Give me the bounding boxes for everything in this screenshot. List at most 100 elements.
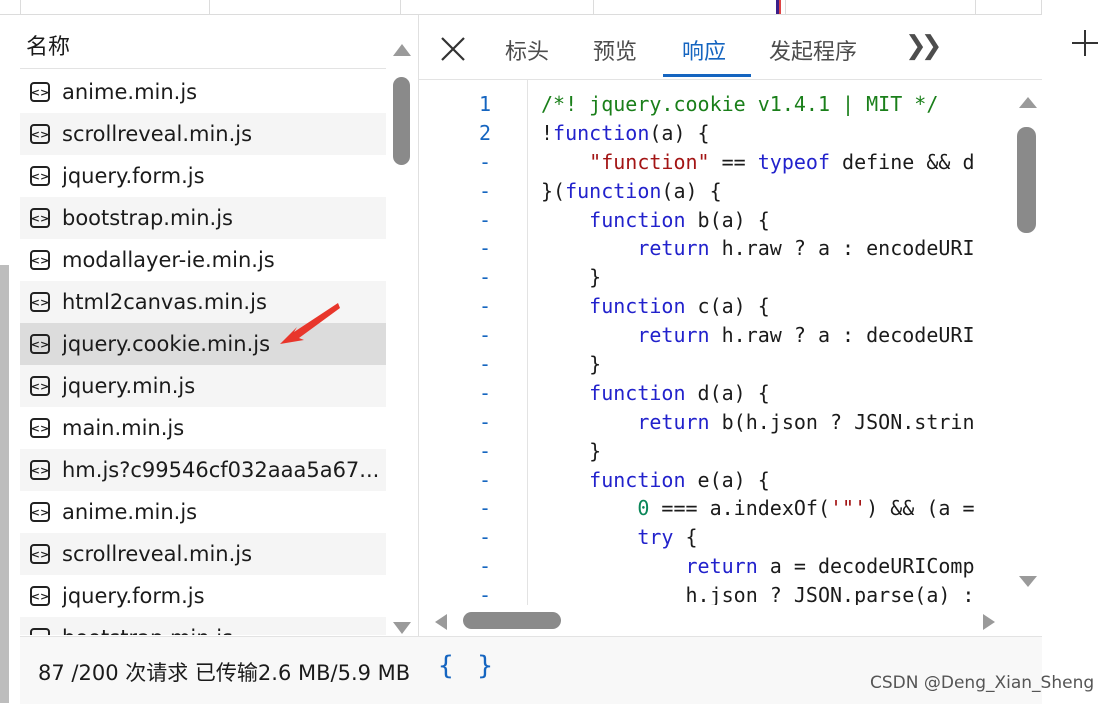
request-name: scrollreveal.min.js (62, 542, 253, 566)
code-vertical-scrollbar[interactable] (1017, 80, 1042, 605)
code-line: - 0 === a.indexOf('"') && (a = (419, 494, 1017, 523)
code-text: return h.raw ? a : decodeURI (541, 321, 974, 350)
js-file-icon: <> (30, 460, 50, 480)
code-hscroll-thumb[interactable] (463, 612, 561, 629)
scroll-left-arrow-icon[interactable] (435, 614, 447, 630)
request-row[interactable]: <> jquery.form.js (20, 155, 386, 197)
code-text: !function(a) { (541, 119, 710, 148)
tab-initiator[interactable]: 发起程序 (769, 34, 857, 66)
request-row[interactable]: <> scrollreveal.min.js (20, 533, 386, 575)
code-token: define && d (830, 149, 975, 174)
request-name: html2canvas.min.js (62, 290, 267, 314)
status-bar: 87 /200 次请求 已传输2.6 MB/5.9 MB { } (20, 636, 1042, 704)
code-text: function e(a) { (541, 466, 770, 495)
pretty-print-button[interactable]: { } (438, 651, 497, 681)
request-row[interactable]: <> main.min.js (20, 407, 386, 449)
code-line: - function c(a) { (419, 292, 1017, 321)
code-text: }(function(a) { (541, 177, 722, 206)
code-token: b(h.json ? JSON.strin (709, 409, 975, 434)
code-token: } (541, 265, 602, 290)
plus-icon[interactable] (1072, 30, 1098, 56)
request-row[interactable]: <> hm.js?c99546cf032aaa5a67... (20, 449, 386, 491)
tab-preview[interactable]: 预览 (593, 34, 637, 66)
scroll-right-arrow-icon[interactable] (983, 614, 995, 630)
js-file-icon: <> (30, 544, 50, 564)
js-file-icon: <> (30, 82, 50, 102)
code-text: /*! jquery.cookie v1.4.1 | MIT */ (541, 90, 938, 119)
code-line: - try { (419, 523, 1017, 552)
request-row[interactable]: <> bootstrap.min.js (20, 197, 386, 239)
code-token: d(a) { (685, 380, 770, 405)
scroll-up-arrow-icon[interactable] (1019, 97, 1037, 108)
request-row[interactable]: <> scrollreveal.min.js (20, 113, 386, 155)
response-code-viewer[interactable]: 1/*! jquery.cookie v1.4.1 | MIT */2 !func… (419, 80, 1017, 605)
code-scroll-thumb[interactable] (1017, 127, 1036, 233)
code-text: function d(a) { (541, 379, 770, 408)
code-token: return (685, 554, 758, 579)
tab-headers[interactable]: 标头 (505, 34, 549, 66)
request-name: jquery.form.js (62, 584, 205, 608)
request-row[interactable]: <> jquery.min.js (20, 365, 386, 407)
code-line: 1 /*! jquery.cookie v1.4.1 | MIT */ (419, 90, 1017, 119)
code-token: }( (541, 178, 566, 203)
line-number: 2 (478, 120, 491, 145)
code-line: - function d(a) { (419, 379, 1017, 408)
code-token: return (637, 409, 710, 434)
request-row[interactable]: <> jquery.form.js (20, 575, 386, 617)
code-line: - } (419, 263, 1017, 292)
left-edge-scrollbar[interactable] (0, 265, 9, 703)
js-file-icon: <> (30, 502, 50, 522)
request-list: <> anime.min.js <> scrollreveal.min.js <> jqu… (20, 71, 386, 635)
code-text: "function" == typeof define && d (541, 148, 975, 177)
code-token: function (589, 467, 686, 492)
waterfall-marker-red (779, 0, 781, 14)
name-column-header[interactable]: 名称 (20, 15, 386, 69)
code-token: function (553, 120, 650, 145)
request-row[interactable]: <> modallayer-ie.min.js (20, 239, 386, 281)
js-file-icon: <> (30, 124, 50, 144)
js-file-icon: <> (30, 292, 50, 312)
code-text: h.json ? JSON.parse(a) : (541, 581, 974, 605)
request-summary: 87 /200 次请求 已传输2.6 MB/5.9 MB (38, 661, 411, 685)
request-name: bootstrap.min.js (62, 626, 233, 635)
tab-response[interactable]: 响应 (682, 34, 726, 66)
request-row[interactable]: <> anime.min.js (20, 491, 386, 533)
line-number: - (478, 496, 491, 521)
close-icon[interactable] (439, 35, 467, 63)
scroll-down-arrow-icon[interactable] (393, 622, 411, 634)
scroll-thumb[interactable] (393, 77, 410, 165)
request-row[interactable]: <> bootstrap.min.js (20, 617, 386, 635)
code-line: - } (419, 350, 1017, 379)
chevron-double-right-icon[interactable]: ❯❯ (905, 31, 942, 61)
code-token: { (673, 525, 698, 550)
line-number: - (478, 323, 491, 348)
code-token: function (565, 178, 662, 203)
code-text: } (541, 350, 601, 379)
request-list-scrollbar[interactable] (387, 30, 417, 634)
js-file-icon: <> (30, 334, 50, 354)
line-number: - (478, 525, 491, 550)
scroll-up-arrow-icon[interactable] (393, 44, 411, 56)
code-horizontal-scrollbar[interactable] (419, 606, 1017, 634)
code-text: try { (541, 523, 698, 552)
code-line: -}(function(a) { (419, 177, 1017, 206)
details-tab-bar: 标头 预览 响应 发起程序 ❯❯ (419, 15, 1042, 80)
request-row[interactable]: <> anime.min.js (20, 71, 386, 113)
line-number: - (478, 352, 491, 377)
code-token: '"' (830, 496, 867, 521)
line-number: - (478, 583, 491, 605)
code-token: h.json ? JSON.parse(a) : (541, 583, 975, 605)
code-token: === a.indexOf( (649, 496, 830, 521)
code-line: - return h.raw ? a : encodeURI (419, 234, 1017, 263)
code-line: - return h.raw ? a : decodeURI (419, 321, 1017, 350)
code-token: /*! jquery.cookie v1.4.1 | MIT */ (541, 92, 939, 116)
scroll-down-arrow-icon[interactable] (1019, 576, 1037, 587)
code-line: - "function" == typeof define && d (419, 148, 1017, 177)
line-number: - (478, 438, 491, 463)
code-token: a = decodeURIComp (757, 554, 975, 579)
js-file-icon: <> (30, 208, 50, 228)
code-token: return (637, 323, 710, 348)
